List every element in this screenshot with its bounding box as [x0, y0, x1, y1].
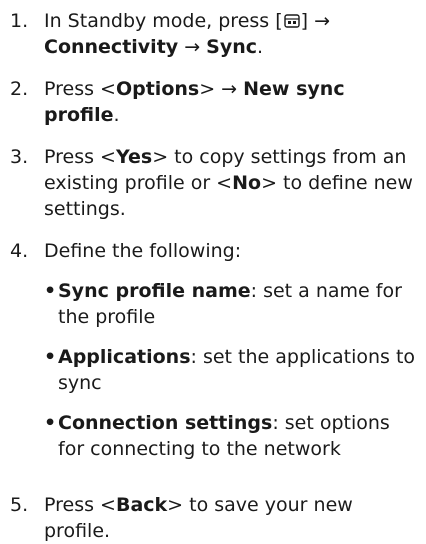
step-3-text: Press <	[44, 146, 116, 168]
instruction-page: 1. In Standby mode, press [ ] → Connectiv…	[0, 0, 426, 542]
step-1-text: ] →	[300, 10, 331, 32]
step-3: 3. Press <Yes> to copy settings from an …	[10, 144, 416, 222]
option-connection-settings: • Connection settings: set options for c…	[44, 410, 416, 462]
step-2: 2. Press <Options> → New sync profile.	[10, 76, 416, 128]
step-number: 3.	[10, 146, 29, 168]
step-text: In Standby mode, press [ ] → Connectivity…	[44, 8, 416, 60]
menu-sync: Sync	[206, 36, 258, 58]
option-label: Applications	[58, 346, 191, 368]
bullet-dot: •	[44, 412, 57, 434]
step-4: 4. Define the following: • Sync profile …	[10, 238, 416, 476]
option-applications: • Applications: set the applications to …	[44, 344, 416, 396]
step-number: 1.	[10, 10, 29, 32]
step-5-text: Press <	[44, 494, 116, 516]
step-number: 2.	[10, 78, 29, 100]
step-2-text: > →	[199, 78, 244, 100]
period: .	[113, 104, 120, 126]
option-sync-profile-name: • Sync profile name: set a name for the …	[44, 278, 416, 330]
step-5: 5. Press <Back> to save your new profile…	[10, 492, 416, 544]
bullet-text: Connection settings: set options for con…	[58, 410, 416, 462]
bullet-text: Sync profile name: set a name for the pr…	[58, 278, 416, 330]
key-yes: Yes	[115, 146, 153, 168]
option-list: • Sync profile name: set a name for the …	[44, 278, 416, 462]
period: .	[257, 36, 264, 58]
step-4-text: Define the following:	[44, 240, 242, 262]
step-1: 1. In Standby mode, press [ ] → Connectiv…	[10, 8, 416, 60]
step-text: Press <Yes> to copy settings from an exi…	[44, 144, 416, 222]
option-label: Connection settings	[58, 412, 273, 434]
menu-key-icon	[283, 14, 300, 28]
step-1-text: In Standby mode, press [	[44, 10, 283, 32]
menu-connectivity: Connectivity	[44, 36, 179, 58]
key-no: No	[232, 172, 262, 194]
arrow-text: →	[178, 36, 207, 58]
step-text: Press <Options> → New sync profile.	[44, 76, 416, 128]
bullet-dot: •	[44, 280, 57, 302]
step-number: 5.	[10, 494, 29, 516]
option-label: Sync profile name	[58, 280, 251, 302]
bullet-dot: •	[44, 346, 57, 368]
step-text: Define the following: • Sync profile nam…	[44, 238, 416, 476]
step-text: Press <Back> to save your new profile.	[44, 492, 416, 544]
key-options: Options	[115, 78, 200, 100]
step-list: 1. In Standby mode, press [ ] → Connectiv…	[10, 8, 416, 544]
bullet-text: Applications: set the applications to sy…	[58, 344, 416, 396]
step-2-text: Press <	[44, 78, 116, 100]
step-number: 4.	[10, 240, 29, 262]
key-back: Back	[115, 494, 168, 516]
